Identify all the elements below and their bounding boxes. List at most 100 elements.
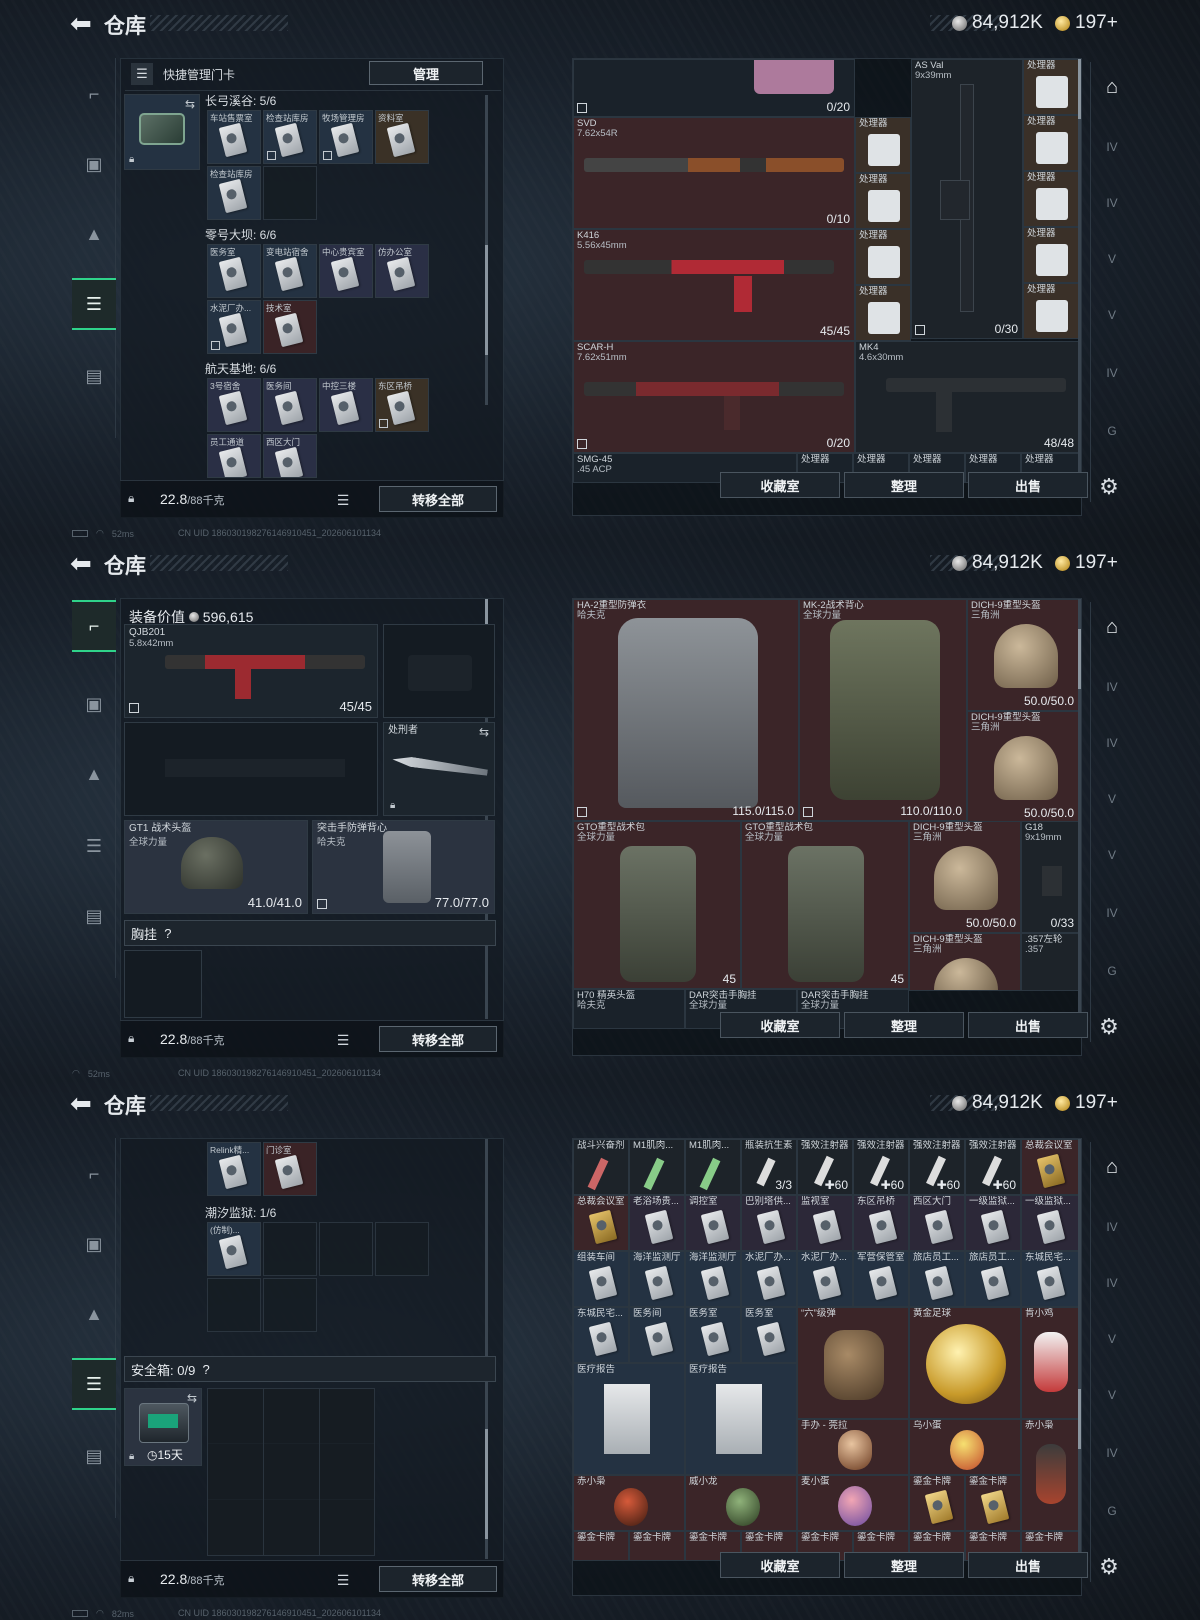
nav-keycards[interactable]: ☰: [72, 820, 116, 872]
stash-item[interactable]: 东城民宅...: [1021, 1251, 1079, 1307]
nav-armor[interactable]: ▣: [72, 1218, 116, 1270]
keycard-slot[interactable]: 仿办公室: [375, 244, 429, 298]
settings-gear-icon[interactable]: ⚙: [1096, 1554, 1122, 1580]
list-icon[interactable]: ☰: [332, 1569, 354, 1591]
stash-item[interactable]: 赤小枭: [1021, 1419, 1079, 1531]
processor-item[interactable]: 处理器: [855, 285, 911, 341]
stash-item[interactable]: 巴别塔供...: [741, 1195, 797, 1251]
keycard-slot[interactable]: 变电站宿舍: [263, 244, 317, 298]
nav-backpack[interactable]: ▲: [72, 748, 116, 800]
stash-item[interactable]: 手办 - 莞拉: [797, 1419, 909, 1475]
swap-icon[interactable]: ⇆: [185, 97, 195, 111]
collection-button[interactable]: 收藏室: [720, 472, 840, 498]
stash-tab-icon[interactable]: V: [1097, 840, 1127, 870]
list-icon[interactable]: ☰: [332, 489, 354, 511]
empty-slot[interactable]: [319, 1222, 373, 1276]
stash-item[interactable]: 旅店员工...: [909, 1251, 965, 1307]
settings-gear-icon[interactable]: ⚙: [1096, 1014, 1122, 1040]
nav-briefcase[interactable]: ▤: [72, 890, 116, 942]
keycard-slot[interactable]: 水泥厂办...: [207, 300, 261, 354]
stash-tab-icon[interactable]: V: [1097, 244, 1127, 274]
stash-item[interactable]: 军营保管室: [853, 1251, 909, 1307]
stash-tab-icon[interactable]: IV: [1097, 358, 1127, 388]
scroll-thumb[interactable]: [1078, 1389, 1081, 1449]
nav-weapon[interactable]: ⌐: [72, 600, 116, 652]
stash-item[interactable]: 水泥厂办...: [741, 1251, 797, 1307]
gold-currency[interactable]: 197+: [1055, 552, 1118, 574]
lock-icon[interactable]: 🔒︎: [128, 1031, 142, 1045]
swap-icon[interactable]: ⇆: [187, 1391, 197, 1405]
stash-item[interactable]: 鎏金卡牌: [965, 1475, 1021, 1531]
nav-backpack[interactable]: ▲: [72, 1288, 116, 1340]
nav-keycards[interactable]: ☰: [72, 1358, 116, 1410]
stash-item[interactable]: 肯小鸡: [1021, 1307, 1079, 1419]
manage-button[interactable]: 管理: [369, 61, 483, 85]
stash-scrollbar[interactable]: [1078, 1139, 1081, 1559]
stash-item[interactable]: 强效注射器 ✚60: [853, 1139, 909, 1195]
stash-item[interactable]: AS Val 9x39mm 0/30: [911, 59, 1023, 339]
stash-item[interactable]: MK4 4.6x30mm 48/48: [855, 341, 1079, 453]
stash-item[interactable]: .357左轮 .357: [1021, 933, 1079, 991]
nav-briefcase[interactable]: ▤: [72, 350, 116, 402]
keycard-slot[interactable]: 医务室: [207, 244, 261, 298]
transfer-all-button[interactable]: 转移全部: [379, 486, 497, 512]
keycard-slot[interactable]: 3号宿舍: [207, 378, 261, 432]
processor-item[interactable]: 处理器: [855, 117, 911, 173]
keycard-slot[interactable]: 东区吊桥: [375, 378, 429, 432]
melee-slot[interactable]: 处刑者 ⇆ 🔒︎: [383, 722, 495, 816]
keycard-case[interactable]: ⇆ 🔒︎: [124, 94, 200, 170]
stash-tab-icon[interactable]: IV: [1097, 672, 1127, 702]
stash-item[interactable]: 一级监狱...: [1021, 1195, 1079, 1251]
nav-weapon[interactable]: ⌐: [72, 1148, 116, 1200]
empty-slot[interactable]: [263, 1222, 317, 1276]
stash-item[interactable]: 医务间: [629, 1307, 685, 1363]
keycard-slot[interactable]: 医务间: [263, 378, 317, 432]
scroll-thumb[interactable]: [1078, 629, 1081, 689]
keycard-slot[interactable]: 员工通道: [207, 434, 261, 478]
stash-tab-icon[interactable]: IV: [1097, 1438, 1127, 1468]
stash-item[interactable]: HA-2重型防弹衣 哈夫克 115.0/115.0: [573, 599, 799, 821]
stash-item[interactable]: SCAR-H 7.62x51mm 0/20: [573, 341, 855, 453]
stash-item[interactable]: 瓶装抗生素 3/3: [741, 1139, 797, 1195]
stash-item[interactable]: 总裁会议室: [1021, 1139, 1079, 1195]
stash-home-icon[interactable]: ⌂: [1097, 72, 1127, 102]
stash-item[interactable]: 医疗报告: [685, 1363, 797, 1475]
keycard-slot[interactable]: 门诊室: [263, 1142, 317, 1196]
stash-item[interactable]: H70 精英头盔 哈夫克: [573, 989, 685, 1029]
stash-item[interactable]: 监视室: [797, 1195, 853, 1251]
stash-tab-icon[interactable]: V: [1097, 300, 1127, 330]
keycard-slot[interactable]: (仿制)...: [207, 1222, 261, 1276]
collection-button[interactable]: 收藏室: [720, 1552, 840, 1578]
stash-tab-icon[interactable]: IV: [1097, 1268, 1127, 1298]
keycard-slot[interactable]: 检查站库房: [207, 166, 261, 220]
nav-backpack[interactable]: ▲: [72, 208, 116, 260]
stash-item[interactable]: 0/20: [573, 59, 855, 117]
stash-scrollbar[interactable]: [1078, 59, 1081, 479]
keycard-slot[interactable]: 资料室: [375, 110, 429, 164]
stash-scrollbar[interactable]: [1078, 599, 1081, 1019]
lock-icon[interactable]: 🔒︎: [128, 491, 142, 505]
stash-tab-icon[interactable]: IV: [1097, 1212, 1127, 1242]
collection-button[interactable]: 收藏室: [720, 1012, 840, 1038]
transfer-all-button[interactable]: 转移全部: [379, 1026, 497, 1052]
stash-home-icon[interactable]: ⌂: [1097, 612, 1127, 642]
stash-item[interactable]: 麦小蛋: [797, 1475, 909, 1531]
nav-weapon[interactable]: ⌐: [72, 68, 116, 120]
primary-weapon-slot[interactable]: QJB201 5.8x42mm 45/45: [124, 624, 378, 718]
stash-item[interactable]: 黄金足球: [909, 1307, 1021, 1419]
sort-button[interactable]: 整理: [844, 1012, 964, 1038]
stash-item[interactable]: 鎏金卡牌: [573, 1531, 629, 1561]
stash-item[interactable]: DICH-9重型头盔 三角洲 50.0/50.0: [967, 599, 1079, 711]
sell-button[interactable]: 出售: [968, 1552, 1088, 1578]
keycard-slot[interactable]: 技术室: [263, 300, 317, 354]
stash-item[interactable]: 医疗报告: [573, 1363, 685, 1475]
stash-item[interactable]: 海洋监测厅: [685, 1251, 741, 1307]
processor-item[interactable]: 处理器: [1023, 171, 1079, 227]
processor-item[interactable]: 处理器: [1023, 59, 1079, 115]
stash-item[interactable]: 老浴场贵...: [629, 1195, 685, 1251]
stash-item[interactable]: 强效注射器 ✚60: [797, 1139, 853, 1195]
back-arrow-icon[interactable]: ⬅︎: [70, 550, 92, 576]
stash-home-icon[interactable]: ⌂: [1097, 1152, 1127, 1182]
keycard-scrollbar[interactable]: [485, 1139, 488, 1559]
keycard-slot[interactable]: 西区大门: [263, 434, 317, 478]
